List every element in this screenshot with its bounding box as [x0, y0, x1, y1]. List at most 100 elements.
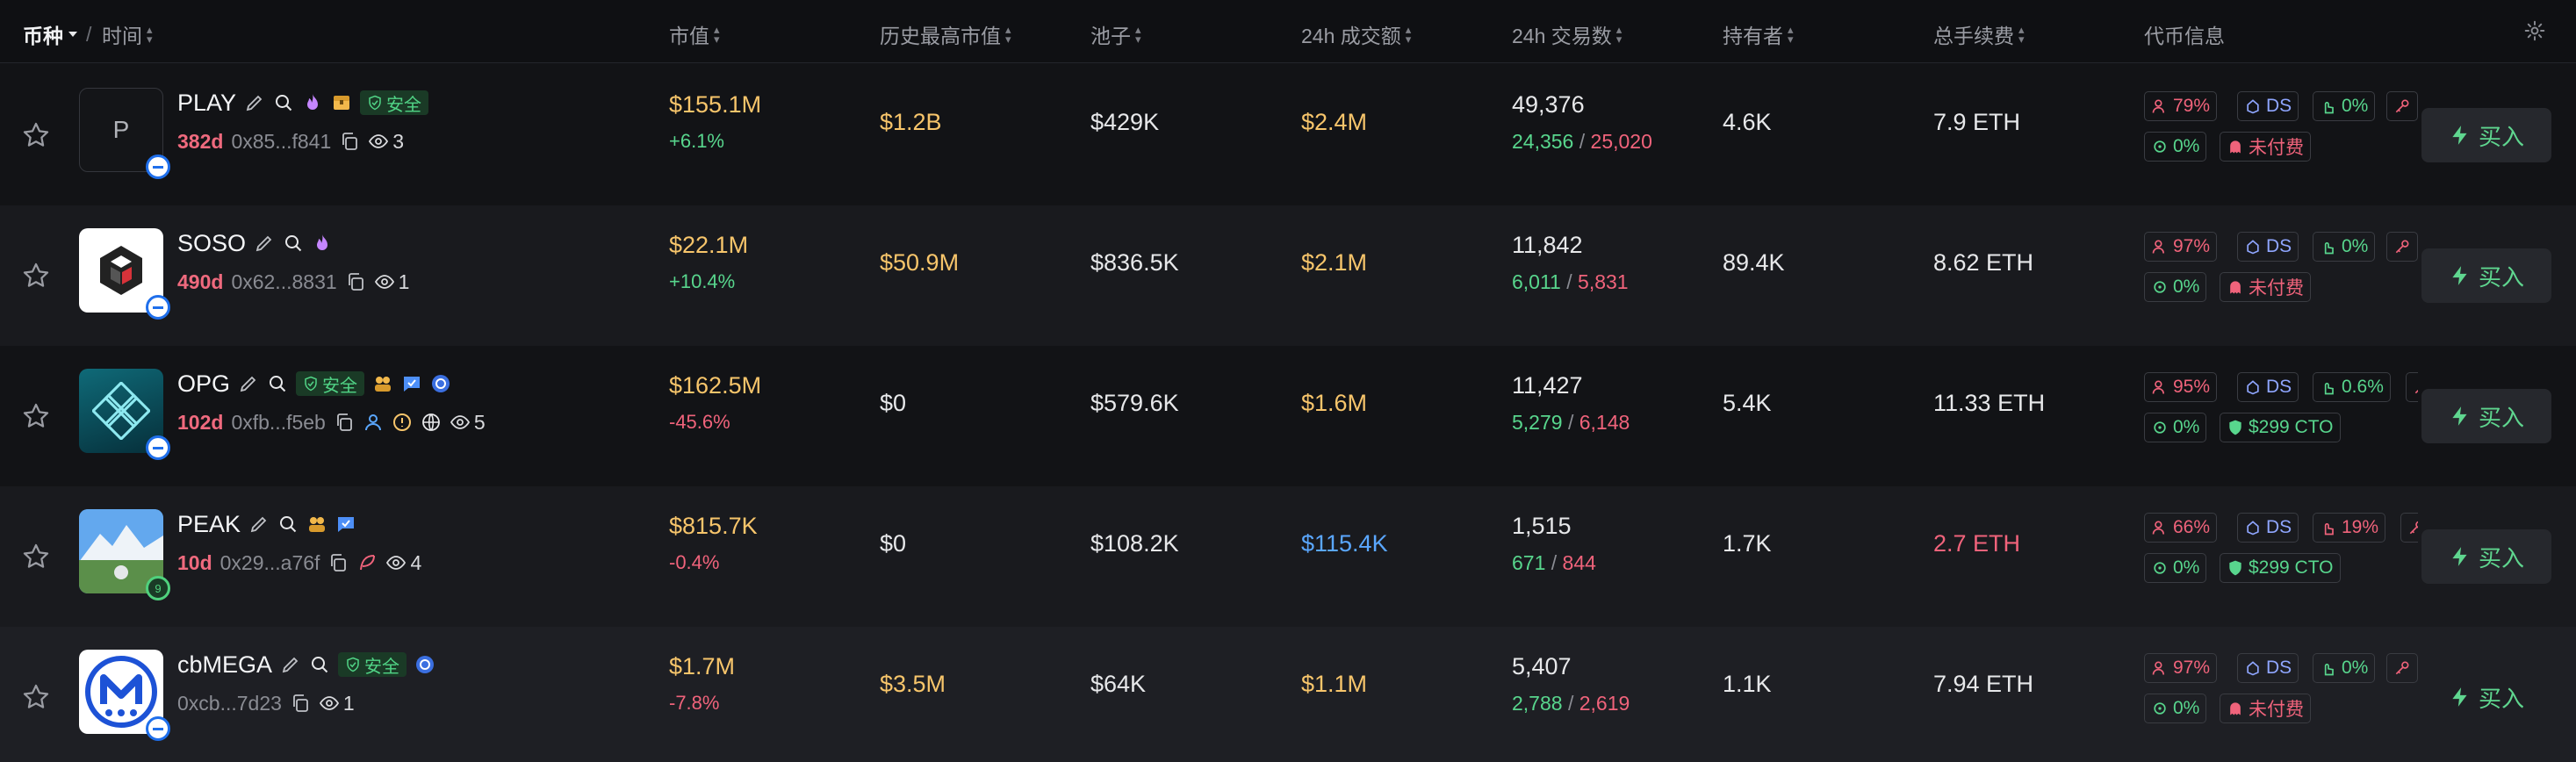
search-icon[interactable] [267, 373, 288, 394]
dev-hold-chip[interactable]: 0% [2313, 653, 2376, 683]
target-icon [2154, 281, 2166, 293]
paid-status-chip[interactable]: 未付费 [2220, 272, 2311, 302]
sniper-value: 0% [2173, 698, 2200, 718]
star-icon[interactable] [21, 401, 51, 431]
table-row[interactable]: P PLAY 安全 382d 0x85...f841 3 $155.1M +6.… [0, 65, 2576, 205]
buy-button[interactable]: 买入 [2421, 248, 2551, 303]
token-address: 0x62...8831 [231, 270, 337, 293]
sort-market-cap[interactable]: 市值 ▴ ▾ [669, 19, 720, 49]
search-icon[interactable] [309, 654, 330, 675]
sniper-chip[interactable]: 0% [2144, 694, 2207, 723]
ds-label: DS [2266, 377, 2292, 397]
top-holders-chip[interactable]: 95% [2144, 372, 2218, 402]
star-icon[interactable] [21, 542, 51, 572]
table-row[interactable]: 9 PEAK 10d 0x29...a76f 4 $815.7K -0.4% $… [0, 486, 2576, 627]
buy-button[interactable]: 买入 [2421, 670, 2551, 724]
star-icon[interactable] [21, 682, 51, 712]
edit-icon[interactable] [254, 233, 275, 254]
paid-status-chip[interactable]: $299 CTO [2220, 413, 2341, 442]
ath-value: $0 [880, 390, 907, 416]
sniper-chip[interactable]: 0% [2144, 272, 2207, 302]
sort-arrows-icon: ▴ ▾ [1005, 23, 1011, 46]
token-name: PLAY [177, 89, 237, 116]
edit-icon[interactable] [248, 514, 270, 535]
txns-value: 11,427 [1512, 372, 1583, 399]
chain-badge-icon [146, 435, 170, 460]
token-logo[interactable] [79, 369, 170, 460]
star-icon[interactable] [21, 120, 51, 150]
sort-time[interactable]: 时间 ▴ ▾ [102, 19, 153, 49]
rug-chip[interactable] [2400, 513, 2418, 543]
ath-value: $50.9M [880, 249, 960, 276]
table-row[interactable]: SOSO 490d 0x62...8831 1 $22.1M +10.4% $5… [0, 205, 2576, 346]
token-logo[interactable] [79, 650, 170, 741]
key-icon [2395, 99, 2409, 113]
dev-hold-chip[interactable]: 0% [2313, 232, 2376, 262]
ds-chip[interactable]: DS [2237, 372, 2299, 402]
edit-icon[interactable] [238, 373, 259, 394]
search-icon[interactable] [273, 92, 294, 113]
market-cap-change: +6.1% [669, 130, 724, 152]
dev-hold-chip[interactable]: 0% [2313, 91, 2376, 121]
coin-badge-icon [432, 375, 450, 392]
sort-ath-cap[interactable]: 历史最高市值 ▴ ▾ [880, 19, 1011, 49]
rug-chip[interactable] [2386, 232, 2418, 262]
dev-hold-chip[interactable]: 0.6% [2313, 372, 2391, 402]
token-logo[interactable]: P [79, 88, 170, 179]
ghost-icon [2230, 140, 2241, 154]
copy-icon[interactable] [345, 271, 366, 292]
buys-sells-separator: / [1567, 692, 1574, 715]
buy-button[interactable]: 买入 [2421, 389, 2551, 443]
copy-icon[interactable] [327, 552, 349, 573]
sniper-chip[interactable]: 0% [2144, 413, 2207, 442]
top-holders-chip[interactable]: 97% [2144, 232, 2218, 262]
globe-icon[interactable] [421, 412, 442, 433]
sort-coin[interactable]: 币种 / [23, 19, 95, 49]
top-holders-chip[interactable]: 66% [2144, 513, 2218, 543]
dev-hold-chip[interactable]: 19% [2313, 513, 2386, 543]
paid-status-chip[interactable]: $299 CTO [2220, 553, 2341, 583]
token-address: 0xcb...7d23 [177, 691, 282, 715]
sort-fees[interactable]: 总手续费 ▴ ▾ [1933, 19, 2025, 49]
rug-chip[interactable] [2406, 372, 2418, 402]
user-icon[interactable] [363, 412, 384, 433]
token-name: PEAK [177, 510, 241, 537]
sort-volume[interactable]: 24h 成交额 ▴ ▾ [1301, 19, 1411, 49]
star-icon[interactable] [21, 261, 51, 291]
edit-icon[interactable] [280, 654, 301, 675]
buy-button[interactable]: 买入 [2421, 108, 2551, 162]
edit-icon[interactable] [244, 92, 265, 113]
top-holders-chip[interactable]: 79% [2144, 91, 2218, 121]
buys-value: 671 [1512, 551, 1546, 574]
table-row[interactable]: cbMEGA 安全 0xcb...7d23 1 $1.7M -7.8% $3.5… [0, 627, 2576, 762]
sort-pool[interactable]: 池子 ▴ ▾ [1090, 19, 1141, 49]
copy-icon[interactable] [290, 693, 311, 714]
search-icon[interactable] [283, 233, 304, 254]
views-count: 5 [450, 411, 486, 435]
caret-down-icon [68, 32, 77, 37]
paid-status-chip[interactable]: 未付费 [2220, 694, 2311, 723]
rug-chip[interactable] [2386, 653, 2418, 683]
top-holders-chip[interactable]: 97% [2144, 653, 2218, 683]
ds-chip[interactable]: DS [2237, 232, 2299, 262]
sort-holders[interactable]: 持有者 ▴ ▾ [1723, 19, 1794, 49]
ds-chip[interactable]: DS [2237, 513, 2299, 543]
rug-chip[interactable] [2386, 91, 2418, 121]
safe-label: 安全 [386, 95, 422, 115]
search-icon[interactable] [277, 514, 299, 535]
sniper-chip[interactable]: 0% [2144, 553, 2207, 583]
sniper-chip[interactable]: 0% [2144, 132, 2207, 162]
table-row[interactable]: OPG 安全 102d 0xfb...f5eb 5 $162.5M -45.6%… [0, 346, 2576, 486]
ds-chip[interactable]: DS [2237, 91, 2299, 121]
token-address: 0x29...a76f [219, 550, 320, 574]
volume-value: $1.1M [1301, 671, 1368, 697]
token-logo[interactable]: 9 [79, 509, 170, 600]
ds-chip[interactable]: DS [2237, 653, 2299, 683]
copy-icon[interactable] [334, 412, 355, 433]
buy-button[interactable]: 买入 [2421, 529, 2551, 584]
gear-icon[interactable] [2523, 19, 2546, 42]
paid-status-chip[interactable]: 未付费 [2220, 132, 2311, 162]
sort-txns[interactable]: 24h 交易数 ▴ ▾ [1512, 19, 1622, 49]
token-logo[interactable] [79, 228, 170, 320]
copy-icon[interactable] [339, 131, 360, 152]
